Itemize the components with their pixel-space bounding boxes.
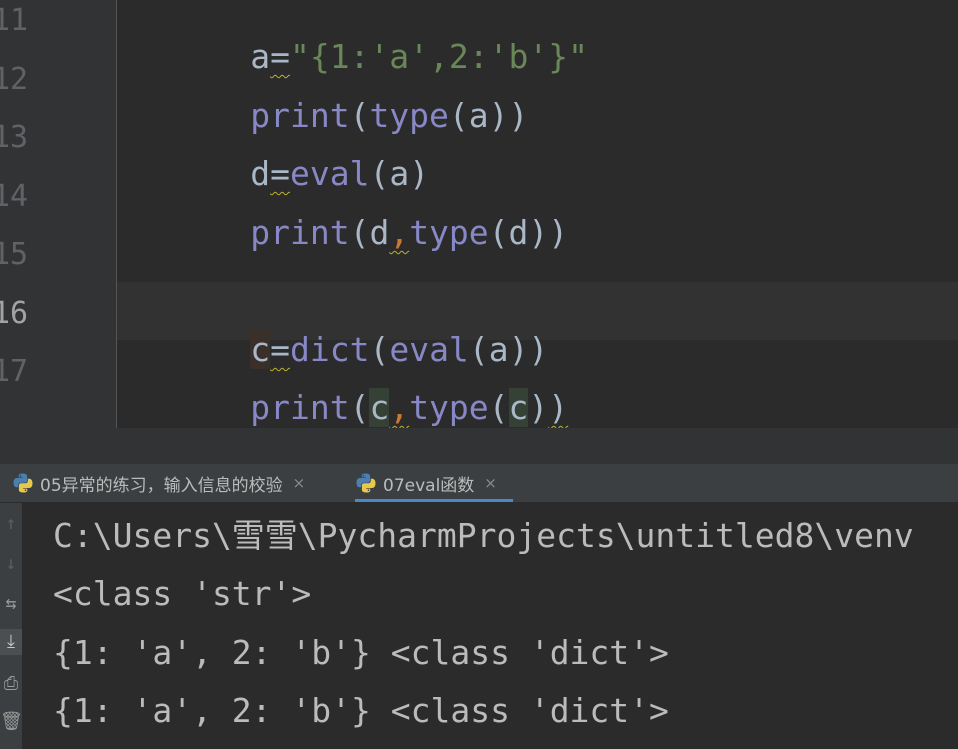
gutter-separator xyxy=(116,0,117,428)
panel-divider xyxy=(0,428,958,464)
paren: ) xyxy=(528,388,549,427)
tab-label: 07eval函数 xyxy=(383,475,475,496)
close-icon[interactable]: × xyxy=(484,474,497,492)
console-line: {1: 'a', 2: 'b'} <class 'dict'> xyxy=(53,633,669,672)
builtin-call: print xyxy=(250,388,350,427)
line-number: 12 xyxy=(0,62,29,97)
paren: ( xyxy=(488,388,509,427)
paren: )) xyxy=(488,96,529,135)
scroll-to-end-icon[interactable]: ⤓ xyxy=(0,629,22,655)
identifier: c xyxy=(508,388,529,427)
python-icon xyxy=(13,473,33,493)
code-line-14[interactable]: print(d,type(d)) xyxy=(131,179,568,287)
print-icon[interactable]: ⎙ xyxy=(0,671,22,697)
tab-07-eval-function[interactable]: 07eval函数 × xyxy=(355,464,513,502)
line-number: 14 xyxy=(0,179,29,214)
identifier: d xyxy=(508,213,529,252)
builtin-call: type xyxy=(409,213,489,252)
pycharm-window: 11 12 13 14 15 16 17 a="{1:'a',2:'b'}" p… xyxy=(0,0,958,749)
line-number-gutter: 11 12 13 14 15 16 17 xyxy=(0,0,116,428)
comma: , xyxy=(389,213,410,252)
comma: , xyxy=(389,388,410,427)
scroll-down-icon[interactable]: ↓ xyxy=(0,551,22,577)
paren: ) xyxy=(548,388,569,427)
console-output[interactable]: C:\Users\雪雪\PycharmProjects\untitled8\ve… xyxy=(23,503,958,749)
code-line-17[interactable]: print(c,type(c)) xyxy=(131,354,568,428)
code-editor[interactable]: 11 12 13 14 15 16 17 a="{1:'a',2:'b'}" p… xyxy=(0,0,958,428)
line-number: 15 xyxy=(0,237,29,272)
soft-wrap-icon[interactable]: ⇆ xyxy=(0,591,22,617)
run-toolbar: ↑ ↓ ⇆ ⤓ ⎙ 🗑 xyxy=(0,503,23,749)
identifier: d xyxy=(369,213,390,252)
trash-icon[interactable]: 🗑 xyxy=(0,709,23,735)
paren: )) xyxy=(528,213,569,252)
line-number: 11 xyxy=(0,3,29,38)
builtin-call: type xyxy=(409,388,489,427)
paren: ( xyxy=(349,388,370,427)
line-number: 17 xyxy=(0,354,29,389)
tab-label: 05异常的练习，输入信息的校验 xyxy=(40,475,283,496)
run-tab-bar: 05异常的练习，输入信息的校验 × 07eval函数 × xyxy=(0,464,958,503)
paren: ( xyxy=(349,213,370,252)
tab-05-exception-practice[interactable]: 05异常的练习，输入信息的校验 × xyxy=(12,464,305,502)
line-number-current: 16 xyxy=(0,296,29,331)
paren: ( xyxy=(488,213,509,252)
paren: ( xyxy=(448,96,469,135)
identifier: c xyxy=(369,388,390,427)
python-icon xyxy=(356,473,376,493)
close-icon[interactable]: × xyxy=(293,474,306,492)
console-line: C:\Users\雪雪\PycharmProjects\untitled8\ve… xyxy=(53,516,914,555)
builtin-call: print xyxy=(250,213,350,252)
line-number: 13 xyxy=(0,120,29,155)
identifier: a xyxy=(468,96,489,135)
console-line: {1: 'a', 2: 'b'} <class 'dict'> xyxy=(53,691,669,730)
scroll-up-icon[interactable]: ↑ xyxy=(0,511,22,537)
console-line: <class 'str'> xyxy=(53,574,312,613)
